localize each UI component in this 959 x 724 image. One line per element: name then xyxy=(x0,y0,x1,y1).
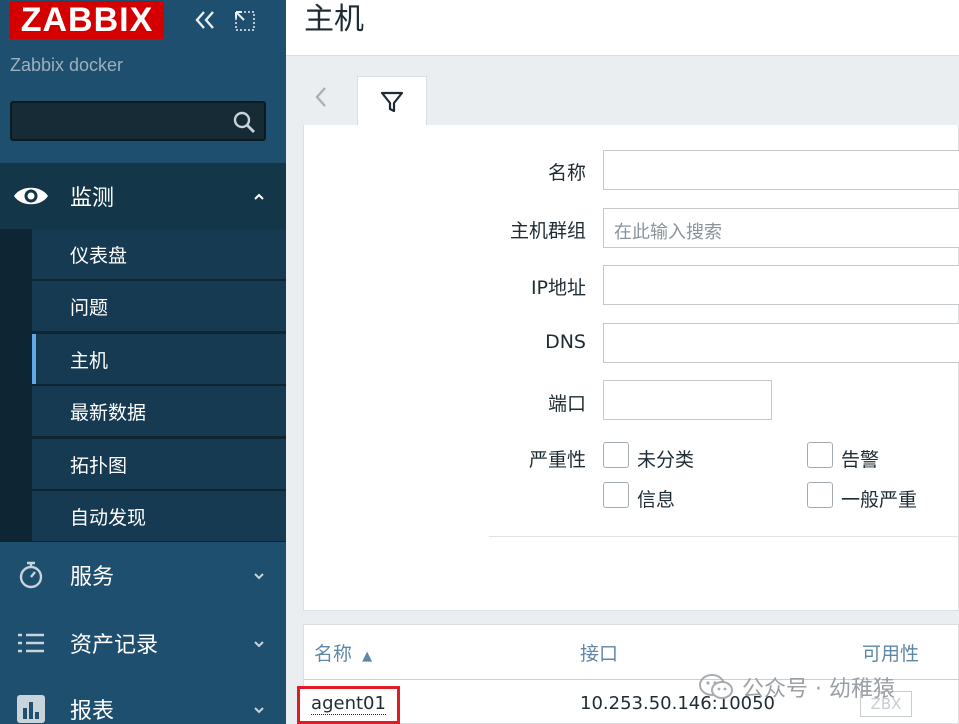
column-header-availability[interactable]: 可用性 xyxy=(862,639,919,666)
stopwatch-icon xyxy=(12,560,50,590)
filter-port-label: 端口 xyxy=(547,393,586,415)
column-header-name-label: 名称 xyxy=(314,643,353,665)
filter-tabs xyxy=(303,76,959,126)
menu-inventory[interactable]: 资产记录 xyxy=(0,610,286,676)
severity-average-checkbox[interactable] xyxy=(807,482,833,508)
kiosk-mode-icon[interactable] xyxy=(232,8,258,34)
column-header-name[interactable]: 名称 ▲ xyxy=(314,639,372,666)
filter-ip-label: IP地址 xyxy=(530,277,586,299)
filter-port-input[interactable] xyxy=(603,380,772,420)
host-name-text: agent01 xyxy=(311,693,386,715)
page-header: 主机 xyxy=(286,0,959,56)
tab-filter[interactable] xyxy=(357,76,427,126)
collapse-sidebar-icon[interactable] xyxy=(190,6,220,34)
watermark-text: 公众号 · 幼稚猿 xyxy=(742,677,895,702)
severity-warning-checkbox[interactable] xyxy=(807,442,833,468)
severity-information-checkbox[interactable] xyxy=(603,482,629,508)
sort-asc-icon: ▲ xyxy=(362,649,373,664)
chevron-up-icon xyxy=(252,189,266,203)
chevron-down-icon xyxy=(252,568,266,582)
filter-name-label: 名称 xyxy=(547,162,586,184)
filter-dns-input[interactable] xyxy=(603,323,959,363)
menu-monitoring-label: 监测 xyxy=(70,186,115,211)
menu-services[interactable]: 服务 xyxy=(0,542,286,608)
severity-average-label: 一般严重 xyxy=(841,489,918,511)
severity-warning-label: 告警 xyxy=(841,449,880,471)
filter-host-groups-label: 主机群组 xyxy=(509,220,586,242)
chevron-down-icon xyxy=(252,702,266,716)
sidebar-item-latest-data[interactable]: 最新数据 xyxy=(32,386,286,436)
chevron-down-icon xyxy=(252,636,266,650)
sidebar-item-discovery[interactable]: 自动发现 xyxy=(32,491,286,541)
menu-services-label: 服务 xyxy=(70,565,115,590)
menu-inventory-label: 资产记录 xyxy=(70,633,159,658)
bar-chart-icon xyxy=(12,694,50,724)
filter-divider xyxy=(489,536,959,537)
sidebar-item-problems[interactable]: 问题 xyxy=(32,281,286,331)
list-icon xyxy=(12,628,50,658)
server-name: Zabbix docker xyxy=(10,55,124,75)
filter-dns-label: DNS xyxy=(545,331,586,353)
filter-name-input[interactable] xyxy=(603,150,959,190)
column-header-interface[interactable]: 接口 xyxy=(580,639,618,666)
filter-icon xyxy=(380,91,404,112)
wechat-icon xyxy=(699,674,733,699)
filter-ip-input[interactable] xyxy=(603,265,959,305)
sidebar-item-hosts[interactable]: 主机 xyxy=(32,334,286,384)
monitoring-submenu: 仪表盘 问题 主机 最新数据 拓扑图 自动发现 xyxy=(0,229,286,542)
menu-reports-label: 报表 xyxy=(70,699,115,724)
severity-not-classified-checkbox[interactable] xyxy=(603,442,629,468)
eye-icon xyxy=(12,181,50,211)
page-title: 主机 xyxy=(304,2,364,37)
severity-not-classified-label: 未分类 xyxy=(637,449,695,471)
menu-monitoring[interactable]: 监测 xyxy=(0,163,286,229)
severity-information-label: 信息 xyxy=(637,489,676,511)
sidebar-item-dashboard[interactable]: 仪表盘 xyxy=(32,229,286,279)
menu-reports[interactable]: 报表 xyxy=(0,676,286,724)
chevron-left-icon[interactable] xyxy=(311,82,331,112)
sidebar: ZABBIX Zabbix docker 监测 仪表盘 问题 主机 最新数据 拓… xyxy=(0,0,286,724)
watermark: 公众号 · 幼稚猿 xyxy=(698,670,895,704)
sidebar-search-input[interactable] xyxy=(10,101,266,141)
host-groups-placeholder: 在此输入搜索 xyxy=(614,222,722,243)
search-icon[interactable] xyxy=(232,110,256,134)
zabbix-logo[interactable]: ZABBIX xyxy=(10,1,164,39)
filter-panel: 名称 主机群组 在此输入搜索 IP地址 DNS 端口 严重性 未分类 告警 信息… xyxy=(303,125,959,611)
filter-severity-label: 严重性 xyxy=(528,449,586,471)
filter-host-groups-input[interactable]: 在此输入搜索 xyxy=(603,208,959,248)
host-name-link[interactable]: agent01 xyxy=(297,686,400,724)
sidebar-item-maps[interactable]: 拓扑图 xyxy=(32,439,286,489)
